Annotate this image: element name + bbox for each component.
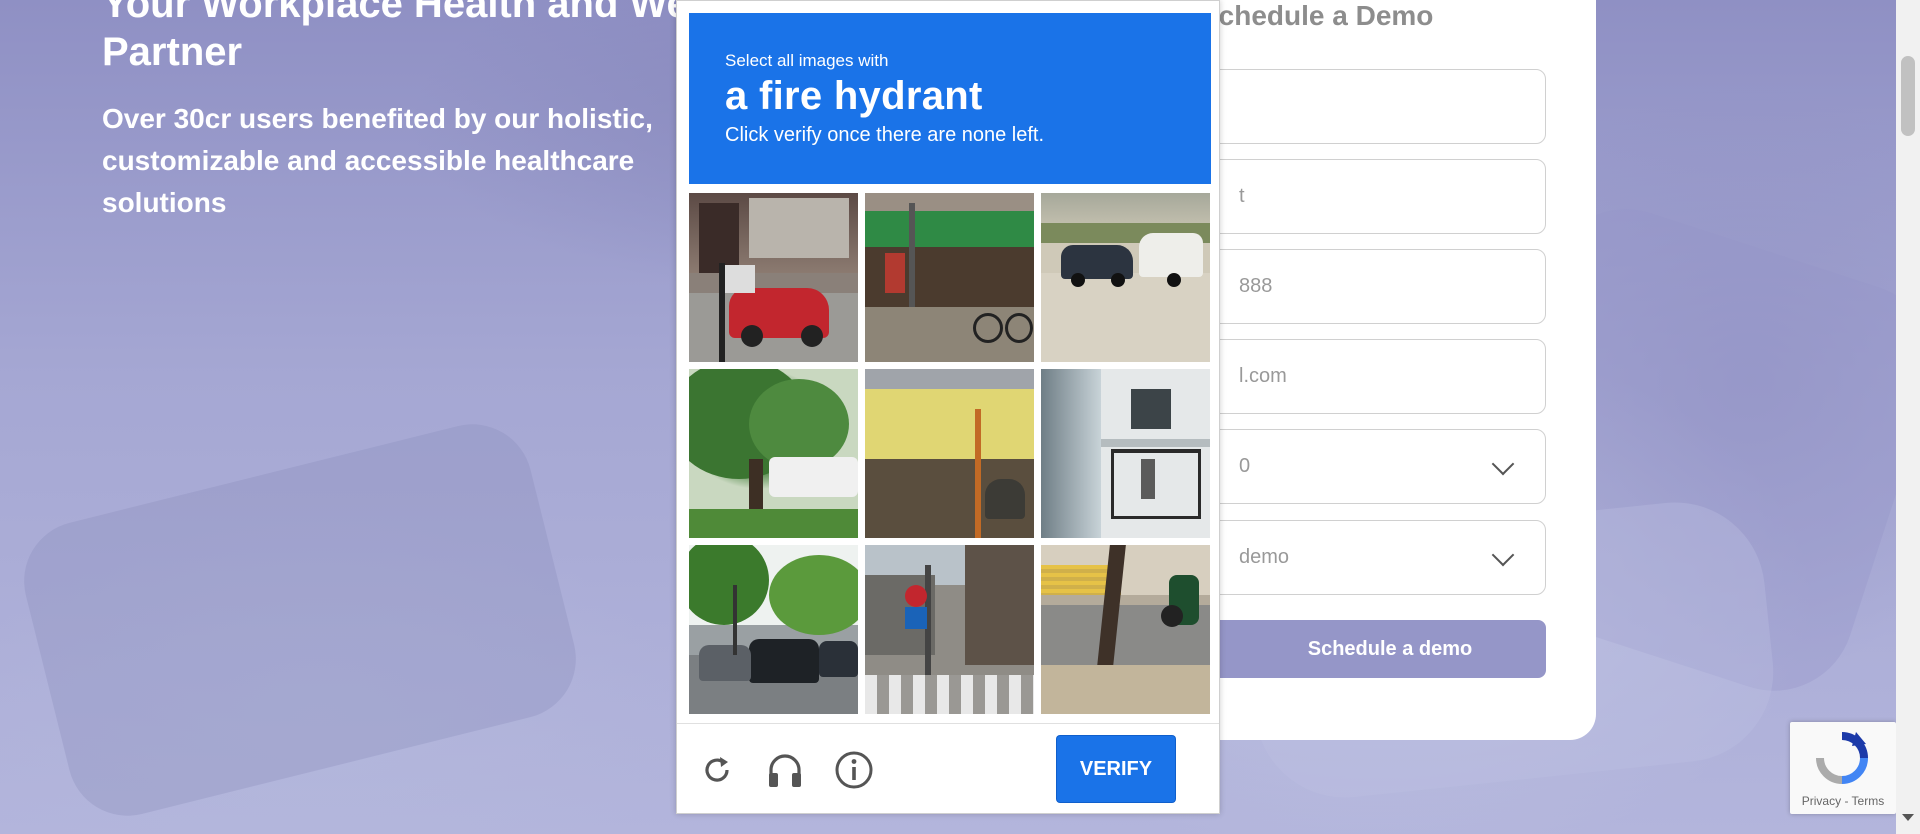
captcha-tile[interactable] <box>1041 369 1210 538</box>
info-icon[interactable] <box>832 748 876 792</box>
field-value: 0 <box>1239 455 1251 477</box>
field-value: demo <box>1239 546 1290 568</box>
captcha-tile[interactable] <box>689 545 858 714</box>
captcha-tile[interactable] <box>865 193 1034 362</box>
recaptcha-badge[interactable]: Privacy - Terms <box>1790 722 1896 814</box>
name-field[interactable] <box>1184 69 1546 144</box>
chevron-down-icon <box>1491 543 1515 567</box>
phone-field[interactable]: 888 <box>1184 249 1546 324</box>
captcha-tile[interactable] <box>865 369 1034 538</box>
field-value: 888 <box>1239 275 1273 297</box>
captcha-tile[interactable] <box>865 545 1034 714</box>
captcha-instruction: Select all images with <box>725 51 889 70</box>
company-field[interactable]: t <box>1184 159 1546 234</box>
scrollbar-thumb[interactable] <box>1901 56 1915 136</box>
recaptcha-logo-icon <box>1816 732 1868 784</box>
captcha-tile[interactable] <box>689 193 858 362</box>
form-title: Schedule a Demo <box>1200 0 1434 31</box>
captcha-image-grid <box>689 193 1211 714</box>
verify-button[interactable]: VERIFY <box>1057 736 1175 802</box>
audio-icon[interactable] <box>763 748 807 792</box>
captcha-target: a fire hydrant <box>725 74 983 118</box>
page-scrollbar[interactable] <box>1896 0 1920 834</box>
banner-text-graphic <box>873 399 1013 439</box>
recaptcha-challenge: Select all images with a fire hydrant Cl… <box>676 0 1220 814</box>
captcha-tile[interactable] <box>689 369 858 538</box>
captcha-tile[interactable] <box>1041 193 1210 362</box>
captcha-tile[interactable] <box>1041 545 1210 714</box>
employees-select[interactable]: 0 <box>1184 429 1546 504</box>
field-value: t <box>1239 185 1245 207</box>
field-value: l.com <box>1239 365 1287 387</box>
reload-icon[interactable] <box>695 748 739 792</box>
privacy-terms-link[interactable]: Privacy - Terms <box>1790 794 1896 808</box>
captcha-footer: VERIFY <box>677 723 1219 813</box>
captcha-hint: Click verify once there are none left. <box>725 124 1045 146</box>
chevron-down-icon <box>1491 452 1515 476</box>
schedule-demo-button[interactable]: Schedule a demo <box>1184 620 1546 678</box>
demo-form-card: Schedule a Demo t 888 l.com 0 demo Sched… <box>1160 0 1596 740</box>
captcha-header: Select all images with a fire hydrant Cl… <box>689 13 1211 184</box>
scroll-down-arrow-icon[interactable] <box>1902 814 1914 821</box>
hero-subtitle: Over 30cr users benefited by our holisti… <box>102 103 653 218</box>
demo-type-select[interactable]: demo <box>1184 520 1546 595</box>
email-field[interactable]: l.com <box>1184 339 1546 414</box>
